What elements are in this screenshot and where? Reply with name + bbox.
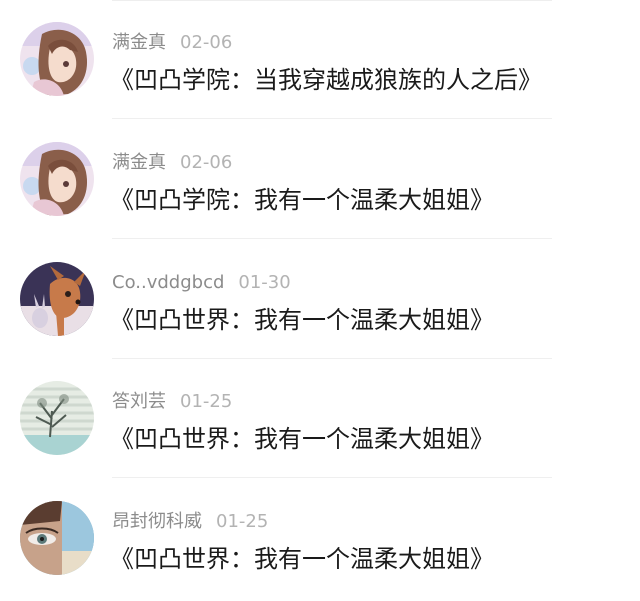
- comment-meta: 答刘芸 01-25: [112, 389, 232, 415]
- list-item[interactable]: Co..vddgbcd 01-30 《凹凸世界：我有一个温柔大姐姐》: [0, 240, 640, 359]
- story-title[interactable]: 《凹凸学院：我有一个温柔大姐姐》: [110, 184, 494, 216]
- avatar[interactable]: [20, 142, 94, 216]
- list-item[interactable]: 满金真 02-06 《凹凸学院：我有一个温柔大姐姐》: [0, 120, 640, 239]
- comment-meta: 满金真 02-06: [112, 30, 232, 56]
- avatar[interactable]: [20, 381, 94, 455]
- comment-meta: 满金真 02-06: [112, 150, 232, 176]
- item-divider: [112, 238, 552, 239]
- story-title[interactable]: 《凹凸世界：我有一个温柔大姐姐》: [110, 543, 494, 575]
- post-date: 01-30: [238, 272, 291, 293]
- avatar[interactable]: [20, 22, 94, 96]
- comment-meta: Co..vddgbcd 01-30: [112, 270, 291, 296]
- list-item[interactable]: 昂封彻科威 01-25 《凹凸世界：我有一个温柔大姐姐》: [0, 479, 640, 598]
- item-divider: [112, 118, 552, 119]
- post-date: 01-25: [180, 391, 233, 412]
- author-name[interactable]: 满金真: [112, 32, 166, 53]
- anime-girl-avatar-icon: [20, 22, 94, 96]
- eye-closeup-avatar-icon: [20, 501, 94, 575]
- fawn-bunny-avatar-icon: [20, 262, 94, 336]
- avatar[interactable]: [20, 501, 94, 575]
- post-date: 01-25: [216, 511, 269, 532]
- post-date: 02-06: [180, 152, 233, 173]
- post-date: 02-06: [180, 32, 233, 53]
- author-name[interactable]: 答刘芸: [112, 391, 166, 412]
- comment-meta: 昂封彻科威 01-25: [112, 509, 268, 535]
- list-item[interactable]: 答刘芸 01-25 《凹凸世界：我有一个温柔大姐姐》: [0, 359, 640, 478]
- story-title[interactable]: 《凹凸学院：当我穿越成狼族的人之后》: [110, 64, 542, 96]
- item-divider: [112, 477, 552, 478]
- author-name[interactable]: 昂封彻科威: [112, 511, 202, 532]
- author-name[interactable]: Co..vddgbcd: [112, 272, 224, 293]
- story-title[interactable]: 《凹凸世界：我有一个温柔大姐姐》: [110, 423, 494, 455]
- author-name[interactable]: 满金真: [112, 152, 166, 173]
- tree-blinds-avatar-icon: [20, 381, 94, 455]
- anime-girl-avatar-icon: [20, 142, 94, 216]
- avatar[interactable]: [20, 262, 94, 336]
- list-item[interactable]: 满金真 02-06 《凹凸学院：当我穿越成狼族的人之后》: [0, 0, 640, 119]
- story-title[interactable]: 《凹凸世界：我有一个温柔大姐姐》: [110, 304, 494, 336]
